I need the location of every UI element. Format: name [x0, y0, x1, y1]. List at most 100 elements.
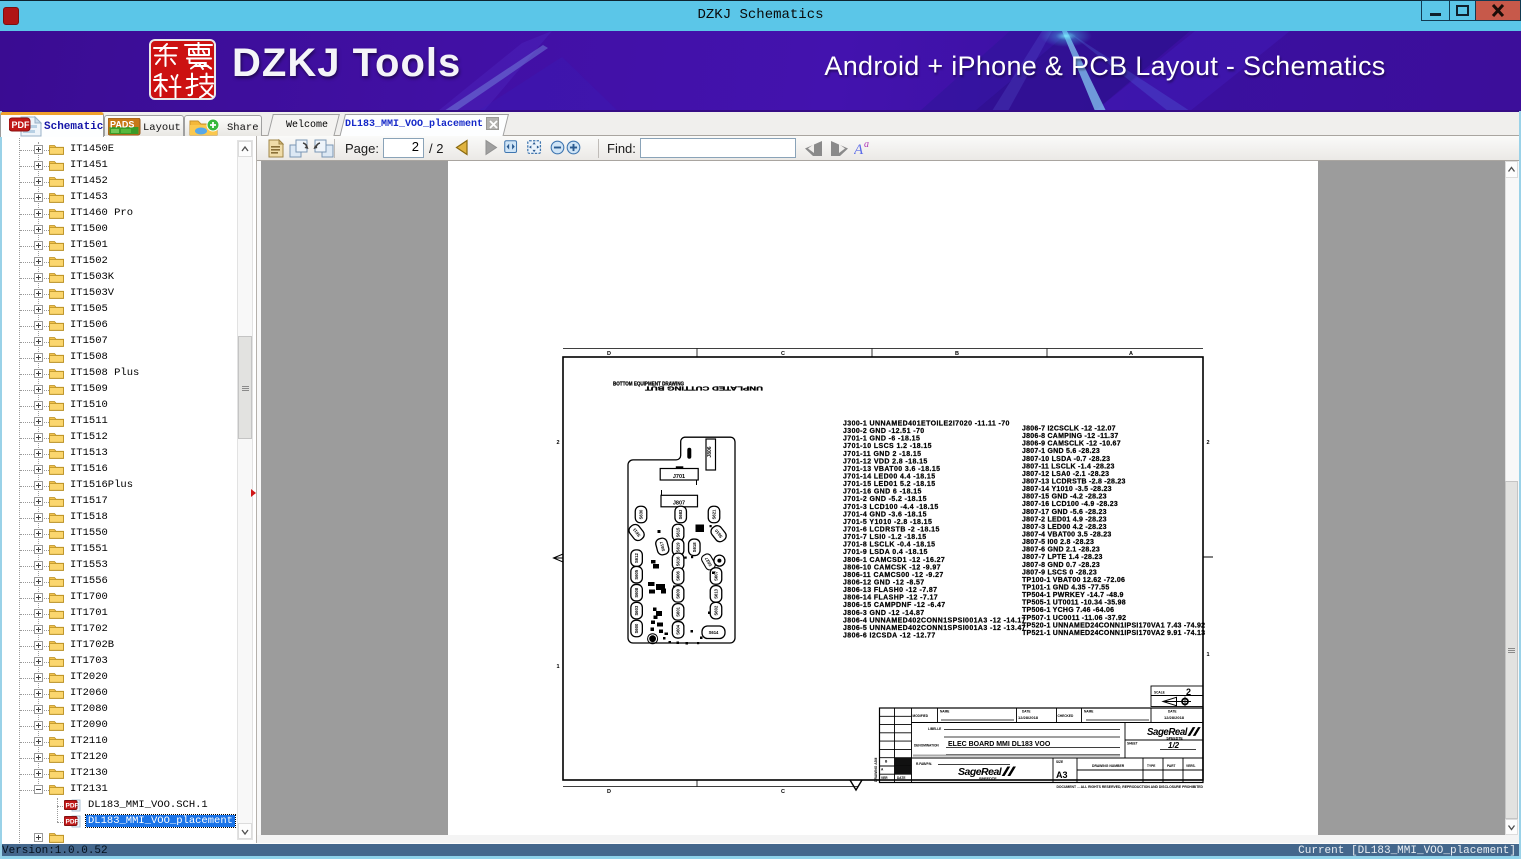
svg-text:J701-1 GND -6 -18.15: J701-1 GND -6 -18.15 [843, 436, 920, 443]
svg-text:J701-9 LSDA 0.4 -18.15: J701-9 LSDA 0.4 -18.15 [843, 549, 928, 556]
svg-text:S613: S613 [714, 588, 719, 598]
svg-text:J701-5 Y1010 -2.8 -18.15: J701-5 Y1010 -2.8 -18.15 [843, 519, 932, 526]
svg-text:S683: S683 [678, 509, 683, 519]
svg-text:J806-5 UNNAMED402CONN1SPSI001A: J806-5 UNNAMED402CONN1SPSI001A3 -12 -13.… [843, 625, 1026, 632]
svg-text:S615: S615 [676, 527, 681, 537]
svg-text:S600: S600 [634, 623, 639, 633]
svg-text:DRAWING A3M: DRAWING A3M [874, 757, 878, 782]
svg-text:J701-16 GND 6 -18.15: J701-16 GND 6 -18.15 [843, 489, 922, 496]
svg-text:DRAWING NUMBER: DRAWING NUMBER [1092, 764, 1125, 768]
svg-text:J701: J701 [673, 474, 685, 480]
svg-text:J806-15 CAMPDNF -12 -6.47: J806-15 CAMPDNF -12 -6.47 [843, 602, 946, 609]
svg-text:J807-14 Y1010 -3.5 -28.23: J807-14 Y1010 -3.5 -28.23 [1022, 486, 1112, 493]
svg-text:S605: S605 [634, 569, 639, 579]
svg-text:J701-2 GND -5.2 -18.15: J701-2 GND -5.2 -18.15 [843, 496, 927, 503]
svg-text:S618: S618 [692, 542, 697, 552]
svg-text:SIZE: SIZE [1056, 760, 1063, 764]
svg-text:J807-13 LCDRSTB -2.8 -28.23: J807-13 LCDRSTB -2.8 -28.23 [1022, 478, 1126, 485]
svg-text:MODIFIED: MODIFIED [913, 714, 929, 718]
svg-text:a: a [864, 139, 869, 150]
svg-text:S609: S609 [676, 588, 681, 598]
svg-text:UNPLATED CUTTING BUT: UNPLATED CUTTING BUT [644, 385, 763, 391]
svg-text:SPEEDTE: SPEEDTE [979, 777, 997, 781]
svg-text:PDF: PDF [66, 819, 79, 826]
svg-text:J806-4 UNNAMED402CONN1SPSI001A: J806-4 UNNAMED402CONN1SPSI001A3 -12 -14.… [843, 617, 1026, 624]
svg-text:J806-14 FLASHP -12 -7.17: J806-14 FLASHP -12 -7.17 [843, 595, 938, 602]
svg-text:J701-3 LCD100 -4.4 -18.15: J701-3 LCD100 -4.4 -18.15 [843, 504, 939, 511]
svg-text:J807-15 GND -4.2 -28.23: J807-15 GND -4.2 -28.23 [1022, 494, 1107, 501]
svg-text:J807-2 LED01 4.9 -28.23: J807-2 LED01 4.9 -28.23 [1022, 516, 1107, 523]
svg-text:S602: S602 [714, 605, 719, 615]
svg-text:R.FAB/P.N.: R.FAB/P.N. [916, 762, 932, 766]
svg-text:J807-6 GND 2.1 -28.23: J807-6 GND 2.1 -28.23 [1022, 547, 1100, 554]
svg-text:J807-7 LPTE 1.4 -28.23: J807-7 LPTE 1.4 -28.23 [1022, 554, 1103, 561]
svg-text:J701-8 LSCLK -0.4 -18.15: J701-8 LSCLK -0.4 -18.15 [843, 542, 935, 549]
svg-text:DOCUMENT ... ALL RIGHTS RESERV: DOCUMENT ... ALL RIGHTS RESERVED, REPROD… [1056, 785, 1203, 789]
svg-text:TP521-1 UNNAMED24CONN1IPSI170V: TP521-1 UNNAMED24CONN1IPSI170VA2 9.91 -7… [1022, 630, 1205, 637]
svg-text:TP504-1 PWRKEY -14.7 -48.9: TP504-1 PWRKEY -14.7 -48.9 [1022, 592, 1124, 599]
svg-text:C: C [781, 789, 785, 795]
svg-text:PDF: PDF [12, 120, 31, 130]
svg-text:TYPE: TYPE [1147, 764, 1155, 768]
svg-text:TP520-1 UNNAMED24CONN1IPSI170V: TP520-1 UNNAMED24CONN1IPSI170VA1 7.43 -7… [1022, 622, 1205, 629]
svg-text:J806-13 FLASH0 -12 -7.87: J806-13 FLASH0 -12 -7.87 [843, 587, 937, 594]
svg-text:J806-12 GND -12 -8.57: J806-12 GND -12 -8.57 [843, 579, 925, 586]
svg-text:J807-11 LSCLK -1.4 -28.23: J807-11 LSCLK -1.4 -28.23 [1022, 463, 1115, 470]
svg-text:A: A [881, 768, 884, 772]
svg-text:2: 2 [1186, 687, 1191, 697]
svg-text:J806-11 CAMCS00 -12 -9.27: J806-11 CAMCS00 -12 -9.27 [843, 572, 944, 579]
svg-text:LIBELLE: LIBELLE [928, 727, 941, 731]
svg-text:12/28/2018: 12/28/2018 [1164, 715, 1185, 720]
svg-text:D: D [607, 351, 611, 357]
svg-text:J806-9 CAMSCLK -12 -10.67: J806-9 CAMSCLK -12 -10.67 [1022, 441, 1121, 448]
svg-text:S606: S606 [676, 570, 681, 580]
svg-text:ELEC BOARD MMI DL183 VOO: ELEC BOARD MMI DL183 VOO [948, 741, 1051, 748]
svg-text:A: A [854, 142, 864, 158]
svg-text:J806: J806 [707, 446, 713, 457]
svg-text:2: 2 [556, 440, 559, 446]
svg-text:J701-12 VDD 2.8 -18.15: J701-12 VDD 2.8 -18.15 [843, 458, 928, 465]
svg-text:S604: S604 [676, 624, 681, 634]
svg-text:DATE: DATE [897, 776, 905, 780]
svg-text:VER: VER [881, 776, 888, 780]
svg-text:S630: S630 [639, 509, 644, 519]
svg-text:TP506-1 YCHG 7.46 -64.06: TP506-1 YCHG 7.46 -64.06 [1022, 607, 1114, 614]
svg-text:J300-1 UNNAMED401ETOILE2I7020: J300-1 UNNAMED401ETOILE2I7020 -11.11 -70 [843, 421, 1010, 428]
svg-text:J807-10 LSDA -0.7 -28.23: J807-10 LSDA -0.7 -28.23 [1022, 456, 1110, 463]
svg-text:J701-13 VBAT00 3.6 -18.15: J701-13 VBAT00 3.6 -18.15 [843, 466, 940, 473]
svg-text:J806-1 CAMCSD1 -12 -16.27: J806-1 CAMCSD1 -12 -16.27 [843, 557, 945, 564]
svg-text:J701-15 LED01 5.2 -18.15: J701-15 LED01 5.2 -18.15 [843, 481, 936, 488]
svg-text:TP101-1 GND 4.35 -77.55: TP101-1 GND 4.35 -77.55 [1022, 584, 1109, 591]
svg-text:DATE: DATE [1022, 710, 1030, 714]
svg-text:TP507-1 UC0011 -11.06 -37.92: TP507-1 UC0011 -11.06 -37.92 [1022, 615, 1126, 622]
svg-text:J806-8 CAMPING -12 -11.37: J806-8 CAMPING -12 -11.37 [1022, 433, 1119, 440]
svg-text:J807-17 GND -5.6 -28.23: J807-17 GND -5.6 -28.23 [1022, 509, 1107, 516]
svg-text:CHECKED: CHECKED [1058, 714, 1074, 718]
svg-text:A3: A3 [1056, 770, 1068, 780]
svg-text:TP100-1 VBAT00 12.62 -72.06: TP100-1 VBAT00 12.62 -72.06 [1022, 577, 1125, 584]
svg-text:S601: S601 [676, 606, 681, 616]
svg-text:SPEEDTE: SPEEDTE [1166, 736, 1183, 740]
svg-text:DENOMINATION: DENOMINATION [914, 744, 939, 748]
svg-text:J806-3 GND -12 -14.87: J806-3 GND -12 -14.87 [843, 610, 925, 617]
svg-text:A: A [1129, 351, 1133, 357]
svg-text:PDF: PDF [66, 803, 79, 810]
svg-text:1/2: 1/2 [1168, 741, 1180, 750]
svg-text:S603: S603 [634, 605, 639, 615]
svg-text:VERS.: VERS. [1186, 764, 1196, 768]
svg-text:S614: S614 [709, 630, 719, 635]
svg-text:J807-5 I00 2.8 -28.23: J807-5 I00 2.8 -28.23 [1022, 539, 1094, 546]
svg-text:S616: S616 [676, 556, 681, 566]
svg-text:NAME: NAME [1084, 710, 1093, 714]
svg-text:J701-7 LSI0 -1.2 -18.15: J701-7 LSI0 -1.2 -18.15 [843, 534, 927, 541]
svg-text:J807-16 LCD100 -4.9 -28.23: J807-16 LCD100 -4.9 -28.23 [1022, 501, 1118, 508]
svg-text:J806-7 I2CSCLK -12 -12.07: J806-7 I2CSCLK -12 -12.07 [1022, 426, 1116, 433]
svg-text:S619: S619 [676, 542, 681, 552]
svg-text:TP505-1 UT0011 -10.34 -35.98: TP505-1 UT0011 -10.34 -35.98 [1022, 600, 1126, 607]
svg-text:B: B [885, 760, 888, 764]
svg-text:S608: S608 [634, 587, 639, 597]
svg-text:J807-8 GND 0.7 -28.23: J807-8 GND 0.7 -28.23 [1022, 562, 1100, 569]
svg-text:J701-11 GND 2 -18.15: J701-11 GND 2 -18.15 [843, 451, 921, 458]
svg-text:J701-6 LCDRSTB -2 -18.15: J701-6 LCDRSTB -2 -18.15 [843, 526, 940, 533]
svg-text:J807-9 LSCS 0 -28.23: J807-9 LSCS 0 -28.23 [1022, 569, 1097, 576]
